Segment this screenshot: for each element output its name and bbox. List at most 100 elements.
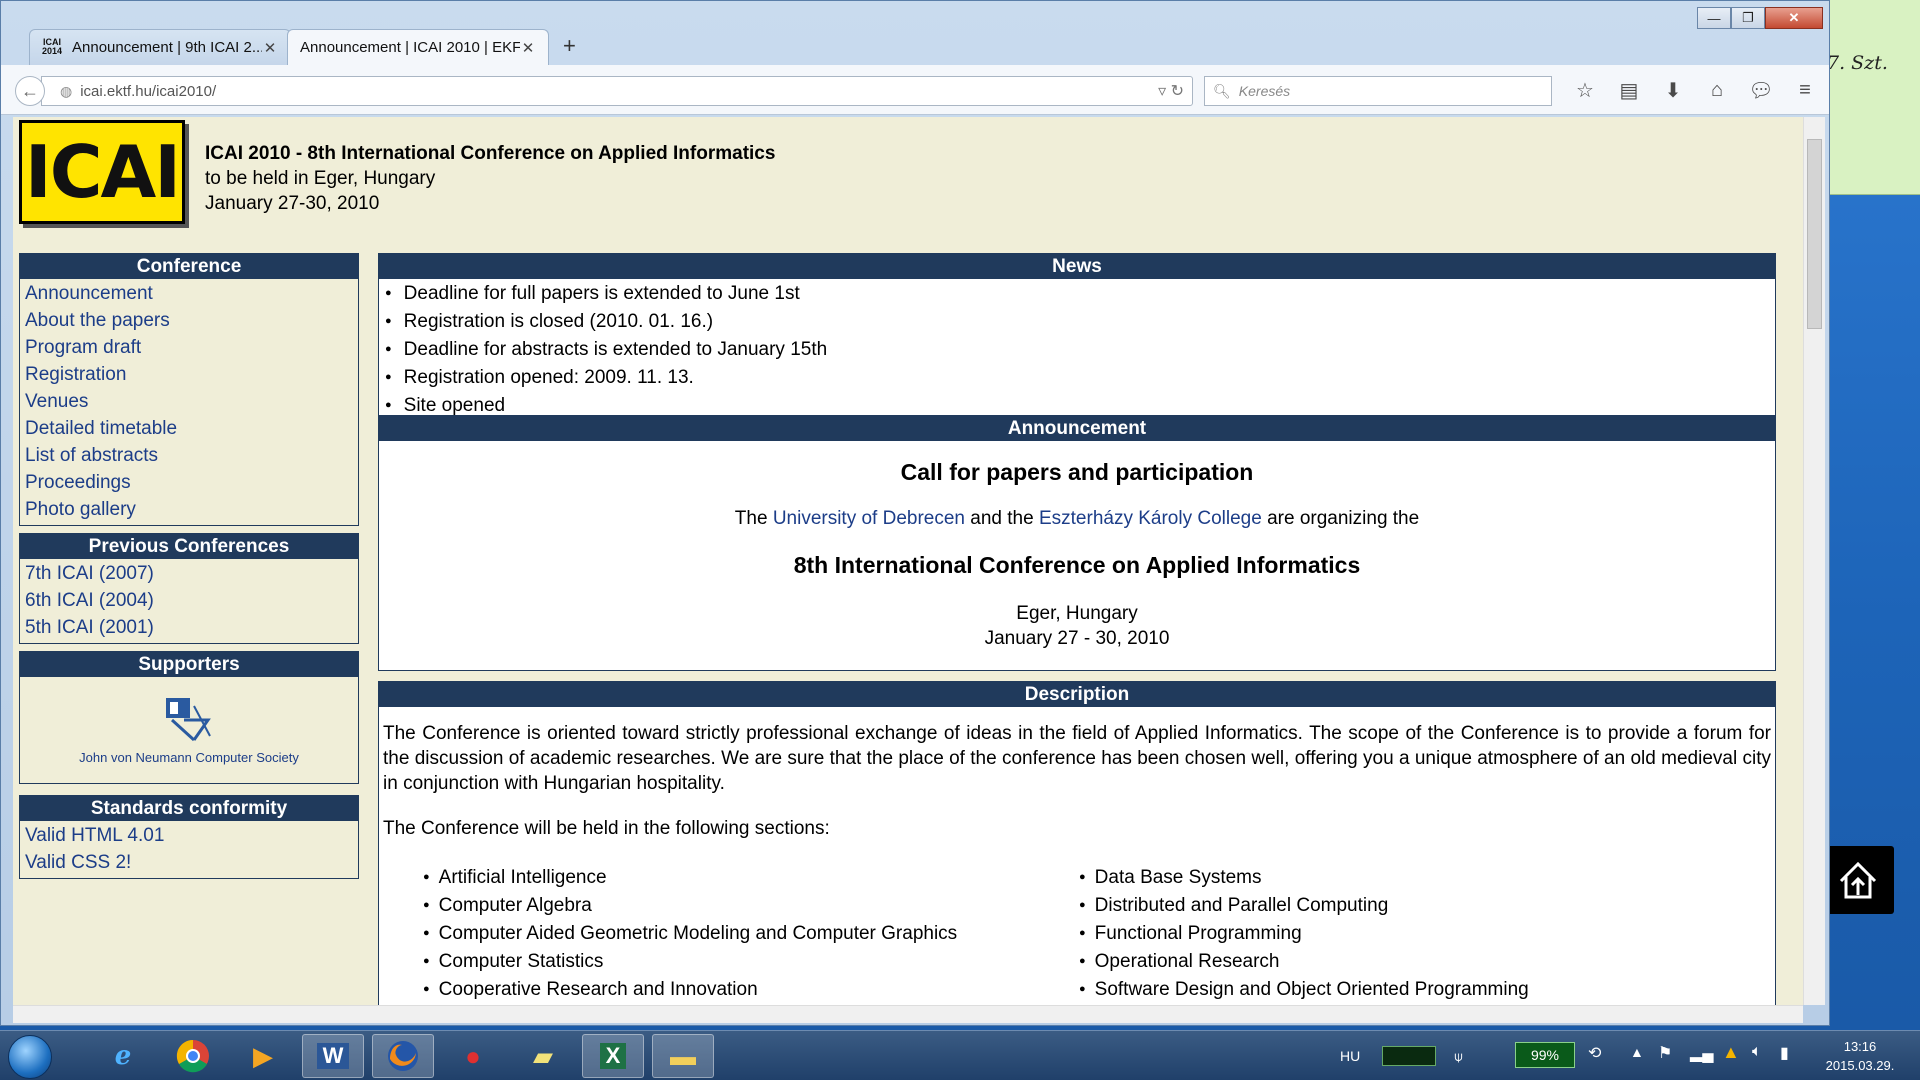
- call-for-papers-heading: Call for papers and participation: [900, 459, 1254, 485]
- sticky-notes-icon[interactable]: ▰: [512, 1034, 574, 1078]
- sections-left-column: Artificial Intelligence Computer Algebra…: [423, 865, 1079, 1005]
- taskbar: e ▶ W ● ▰ X ▬ HU ⍦ 99% ⟲ ▲ ⚑ ▂▄ ▲ 🔈︎ ▮ 1…: [0, 1030, 1920, 1080]
- sidebar-item-about-papers[interactable]: About the papers: [20, 307, 358, 334]
- sidebar-item-registration[interactable]: Registration: [20, 361, 358, 388]
- header-dates: January 27-30, 2010: [205, 193, 380, 214]
- sidebar-conference: Conference Announcement About the papers…: [19, 253, 359, 526]
- firefox-icon[interactable]: [372, 1034, 434, 1078]
- sections-list: Artificial Intelligence Computer Algebra…: [379, 865, 1775, 1005]
- download-icon[interactable]: ⬇: [1651, 75, 1695, 105]
- signal-icon[interactable]: ▂▄: [1690, 1043, 1714, 1063]
- sidebar-item-photo-gallery[interactable]: Photo gallery: [20, 496, 358, 523]
- supporter-link[interactable]: John von Neumann Computer Society: [20, 677, 358, 783]
- site-info-icon[interactable]: ◍: [60, 83, 72, 100]
- tab-close-icon[interactable]: ✕: [520, 39, 536, 57]
- back-arrow-icon: ←: [21, 80, 39, 101]
- sections-intro: The Conference will be held in the follo…: [383, 818, 830, 839]
- browser-window: ICAI 2014 Announcement | 9th ICAI 2... ✕…: [0, 0, 1830, 1026]
- navigation-bar: ◍ icai.ektf.hu/icai2010/ ▿ ↻ ← 🔍︎ Keresé…: [1, 65, 1829, 115]
- internet-explorer-icon[interactable]: e: [92, 1034, 154, 1078]
- sidebar-item-icai-2007[interactable]: 7th ICAI (2007): [20, 560, 358, 587]
- url-text: icai.ektf.hu/icai2010/: [80, 82, 217, 100]
- description-box: Description The Conference is oriented t…: [378, 681, 1776, 1005]
- new-tab-button[interactable]: +: [563, 33, 576, 59]
- drive-icon[interactable]: ▲: [1722, 1042, 1740, 1063]
- battery-indicator[interactable]: 99%: [1515, 1042, 1575, 1068]
- sidebar-item-announcement[interactable]: Announcement: [20, 280, 358, 307]
- browser-toolbar: ☆ ▤ ⬇ ⌂ 💬︎ ≡: [1563, 75, 1827, 105]
- maximize-button[interactable]: ❐: [1731, 7, 1765, 29]
- reading-list-icon[interactable]: ▤: [1607, 75, 1651, 105]
- word-icon[interactable]: W: [302, 1034, 364, 1078]
- menu-icon[interactable]: ≡: [1783, 75, 1827, 105]
- chrome-icon[interactable]: [162, 1034, 224, 1078]
- power-icon[interactable]: ▮: [1780, 1043, 1789, 1063]
- chat-icon[interactable]: 💬︎: [1739, 75, 1783, 105]
- tab-close-icon[interactable]: ✕: [262, 39, 278, 57]
- sidebar-item-program-draft[interactable]: Program draft: [20, 334, 358, 361]
- reload-icon[interactable]: ↻: [1171, 83, 1184, 100]
- news-item: Registration opened: 2009. 11. 13.: [385, 365, 1775, 393]
- sidebar-previous-conferences: Previous Conferences 7th ICAI (2007) 6th…: [19, 533, 359, 644]
- address-bar[interactable]: ◍ icai.ektf.hu/icai2010/ ▿ ↻: [41, 76, 1193, 106]
- announcement-heading: Announcement: [379, 416, 1775, 441]
- back-button[interactable]: ←: [15, 76, 45, 106]
- valid-html-link[interactable]: Valid HTML 4.01: [20, 822, 358, 849]
- minimize-button[interactable]: —: [1697, 7, 1731, 29]
- volume-icon[interactable]: 🔈︎: [1752, 1043, 1762, 1061]
- clock[interactable]: 13:16 2015.03.29.: [1815, 1037, 1905, 1075]
- university-debrecen-link[interactable]: University of Debrecen: [773, 508, 965, 529]
- horizontal-scrollbar[interactable]: [13, 1005, 1803, 1023]
- page-title: ICAI 2010 - 8th International Conference…: [205, 143, 776, 164]
- news-box: News Deadline for full papers is extende…: [378, 253, 1776, 424]
- sidebar-item-abstracts[interactable]: List of abstracts: [20, 442, 358, 469]
- home-icon[interactable]: ⌂: [1695, 75, 1739, 105]
- news-list: Deadline for full papers is extended to …: [379, 279, 1775, 423]
- explorer-icon[interactable]: ▬: [652, 1034, 714, 1078]
- tab-icai-2010[interactable]: Announcement | ICAI 2010 | EKF ✕: [287, 29, 549, 65]
- sync-icon[interactable]: ⟲: [1588, 1043, 1601, 1063]
- app-icon[interactable]: ●: [442, 1034, 504, 1078]
- clock-time: 13:16: [1843, 1039, 1877, 1054]
- tab-label: Announcement | 9th ICAI 2...: [72, 39, 262, 56]
- sidebar-item-proceedings[interactable]: Proceedings: [20, 469, 358, 496]
- sidebar-item-timetable[interactable]: Detailed timetable: [20, 415, 358, 442]
- star-icon[interactable]: ☆: [1563, 75, 1607, 105]
- description-heading: Description: [379, 682, 1775, 707]
- sidebar-item-venues[interactable]: Venues: [20, 388, 358, 415]
- show-hidden-icons-icon[interactable]: ▲: [1630, 1044, 1644, 1060]
- tab-icai-2014[interactable]: ICAI 2014 Announcement | 9th ICAI 2... ✕: [29, 29, 291, 65]
- valid-css-link[interactable]: Valid CSS 2!: [20, 849, 358, 876]
- language-indicator[interactable]: HU: [1340, 1048, 1360, 1064]
- close-button[interactable]: ✕: [1765, 7, 1823, 29]
- sidebar-item-icai-2004[interactable]: 6th ICAI (2004): [20, 587, 358, 614]
- start-button[interactable]: [8, 1035, 52, 1079]
- home-widget[interactable]: [1822, 846, 1894, 914]
- network-meter-icon[interactable]: [1382, 1046, 1437, 1066]
- search-input[interactable]: 🔍︎ Keresés: [1204, 76, 1552, 106]
- announcement-box: Announcement Call for papers and partici…: [378, 415, 1776, 671]
- sidebar-item-icai-2001[interactable]: 5th ICAI (2001): [20, 614, 358, 641]
- section-item: Operational Research: [1079, 949, 1735, 977]
- flag-icon[interactable]: ⚑: [1658, 1043, 1672, 1063]
- conference-name: 8th International Conference on Applied …: [793, 552, 1361, 578]
- sticky-note[interactable]: 7. Szt.: [1818, 0, 1920, 195]
- eszterhazy-college-link[interactable]: Eszterházy Károly College: [1039, 508, 1262, 529]
- system-tray: HU ⍦: [1340, 1031, 1483, 1080]
- section-item: Functional Programming: [1079, 921, 1735, 949]
- dropdown-arrow-icon[interactable]: ▿: [1158, 83, 1166, 100]
- url-tools: ▿ ↻: [1158, 81, 1184, 101]
- section-item: Computer Algebra: [423, 893, 1079, 921]
- home-upload-icon: [1839, 861, 1877, 899]
- scrollbar-thumb[interactable]: [1807, 139, 1822, 329]
- sidebar-supporters: Supporters John von Neumann Computer Soc…: [19, 651, 359, 784]
- vertical-scrollbar[interactable]: [1803, 117, 1825, 1005]
- header-location: to be held in Eger, Hungary: [205, 168, 436, 189]
- header-text: ICAI 2010 - 8th International Conference…: [205, 141, 775, 216]
- media-player-icon[interactable]: ▶: [232, 1034, 294, 1078]
- favicon-text-bottom: 2014: [41, 45, 63, 56]
- section-item: Computer Aided Geometric Modeling and Co…: [423, 921, 1079, 949]
- excel-icon[interactable]: X: [582, 1034, 644, 1078]
- antenna-icon[interactable]: ⍦: [1454, 1048, 1462, 1065]
- news-item: Deadline for full papers is extended to …: [385, 281, 1775, 309]
